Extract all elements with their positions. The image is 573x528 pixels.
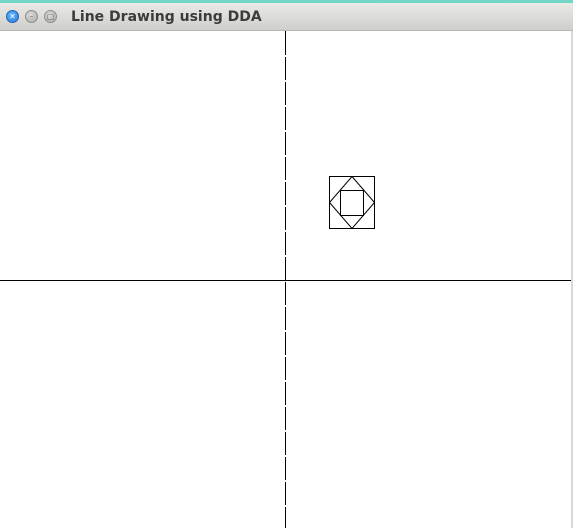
- app-window: ✕ – ▢ Line Drawing using DDA: [0, 0, 573, 528]
- outer-square: [329, 176, 375, 229]
- minimize-icon: –: [29, 11, 34, 21]
- inner-square: [340, 190, 364, 216]
- title-bar[interactable]: ✕ – ▢ Line Drawing using DDA: [0, 3, 573, 31]
- drawing-canvas[interactable]: [0, 31, 571, 528]
- close-icon: ✕: [9, 11, 16, 21]
- close-button[interactable]: ✕: [6, 10, 19, 23]
- maximize-icon: ▢: [46, 11, 55, 21]
- window-title: Line Drawing using DDA: [71, 9, 262, 25]
- minimize-button[interactable]: –: [25, 10, 38, 23]
- maximize-button[interactable]: ▢: [44, 10, 57, 23]
- diamond: [328, 175, 376, 230]
- dda-drawing: [0, 31, 571, 528]
